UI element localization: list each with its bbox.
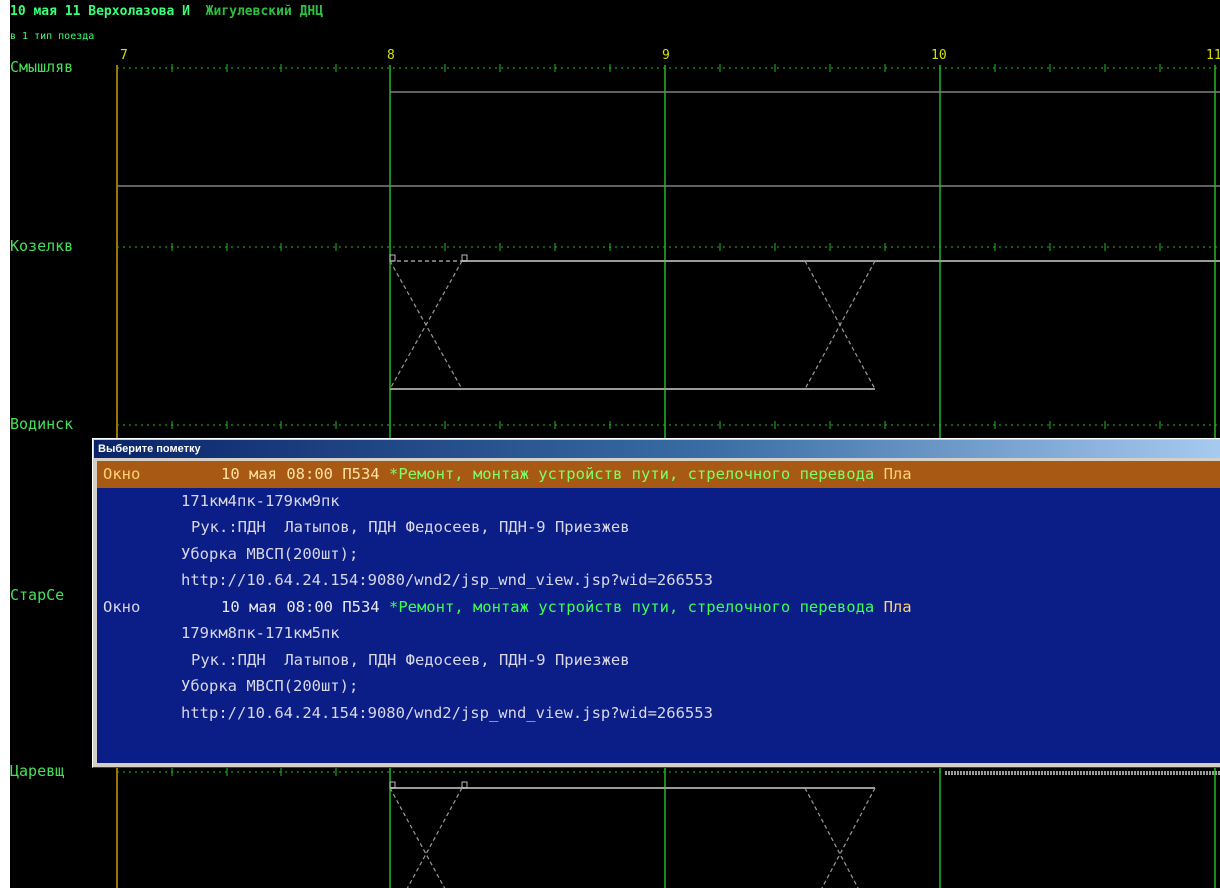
mark-detail-row[interactable]: 179км8пк-171км5пк [97, 620, 1220, 647]
header-subline: в 1 тип поезда [10, 31, 95, 42]
mark-km-range: 179км8пк-171км5пк [181, 624, 340, 642]
dialog-title: Выберите пометку [94, 440, 1220, 458]
mark-list[interactable]: Окно 10 мая 08:00 П534 *Ремонт, монтаж у… [97, 461, 1220, 763]
hour-label-9: 9 [662, 48, 670, 63]
mark-url[interactable]: http://10.64.24.154:9080/wnd2/jsp_wnd_vi… [181, 700, 713, 727]
mark-item[interactable]: Окно 10 мая 08:00 П534 *Ремонт, монтаж у… [97, 594, 1220, 621]
mark-cleanup: Уборка МВСП(200шт); [181, 677, 359, 695]
mark-km-range: 171км4пк-179км9пк [181, 491, 340, 510]
hour-label-7: 7 [120, 48, 128, 63]
mark-cleanup: Уборка МВСП(200шт); [181, 544, 359, 563]
header-dept: Жигулевский ДНЦ [205, 4, 324, 19]
mark-description: *Ремонт, монтаж устройств пути, стрелочн… [388, 465, 875, 483]
station-label-starse[interactable]: СтарСе [10, 586, 67, 604]
track-window-block-lower[interactable] [389, 771, 1220, 888]
mark-description: *Ремонт, монтаж устройств пути, стрелочн… [388, 597, 875, 616]
mark-url[interactable]: http://10.64.24.154:9080/wnd2/jsp_wnd_vi… [181, 567, 713, 594]
mark-detail-row[interactable]: Рук.:ПДН Латыпов, ПДН Федосеев, ПДН-9 Пр… [97, 514, 1220, 541]
mark-date: 10 мая 08:00 П534 [221, 597, 380, 616]
mark-detail-row[interactable]: http://10.64.24.154:9080/wnd2/jsp_wnd_vi… [97, 567, 1220, 594]
mark-summary: 10 мая 08:00 П534 *Ремонт, монтаж устрой… [221, 594, 912, 621]
mark-type: Окно [103, 597, 141, 616]
header-line: 10 мая 11 Верхолазова И Жигулевский ДНЦ [10, 3, 323, 21]
hour-label-10: 10 [931, 48, 947, 63]
mark-tail: Пла [883, 465, 912, 483]
select-mark-dialog[interactable]: Выберите пометку Окно 10 мая 08:00 П534 … [92, 438, 1220, 768]
track-window-block[interactable] [389, 254, 1220, 390]
mark-detail-row[interactable]: Уборка МВСП(200шт); [97, 541, 1220, 568]
mark-leaders: Рук.:ПДН Латыпов, ПДН Федосеев, ПДН-9 Пр… [191, 650, 630, 669]
station-label-smyshlyaevka[interactable]: Смышляв [10, 58, 76, 76]
mark-detail-row[interactable]: Рук.:ПДН Латыпов, ПДН Федосеев, ПДН-9 Пр… [97, 647, 1220, 674]
header-date-operator: 10 мая 11 Верхолазова И [10, 4, 191, 19]
mark-type: Окно [103, 465, 141, 483]
station-label-kozelkovo[interactable]: Козелкв [10, 237, 76, 255]
mark-tail: Пла [883, 597, 912, 616]
station-label-tsarevshchina[interactable]: Царевщ [10, 762, 67, 780]
mark-item-selected[interactable]: Окно 10 мая 08:00 П534 *Ремонт, монтаж у… [97, 461, 1220, 488]
mark-detail-row[interactable]: 171км4пк-179км9пк [97, 488, 1220, 515]
mark-summary: 10 мая 08:00 П534 *Ремонт, монтаж устрой… [221, 461, 912, 488]
train-schedule-graph[interactable]: 10 мая 11 Верхолазова И Жигулевский ДНЦ … [10, 0, 1220, 888]
mark-leaders: Рук.:ПДН Латыпов, ПДН Федосеев, ПДН-9 Пр… [191, 518, 630, 536]
mark-detail-row[interactable]: http://10.64.24.154:9080/wnd2/jsp_wnd_vi… [97, 700, 1220, 727]
mark-date: 10 мая 08:00 П534 [221, 465, 380, 483]
station-label-vodinsk[interactable]: Водинск [10, 415, 76, 433]
hour-label-11: 11 [1206, 48, 1220, 63]
hour-label-8: 8 [387, 48, 395, 63]
mark-detail-row[interactable]: Уборка МВСП(200шт); [97, 673, 1220, 700]
